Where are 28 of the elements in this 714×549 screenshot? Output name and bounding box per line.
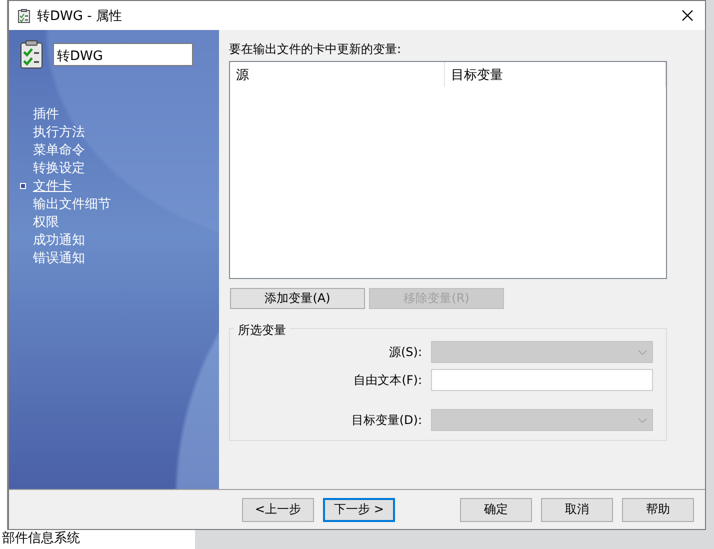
back-button[interactable]: <上一步 [242, 498, 314, 522]
dialog-button[interactable]: 取消 [541, 498, 613, 522]
field-label: 源(S): [388, 344, 422, 360]
checklist-icon [18, 8, 30, 22]
field-label: 自由文本(F): [354, 372, 422, 388]
sidebar-item[interactable]: 执行方法 [33, 123, 85, 141]
variables-list[interactable]: 源 目标变量 [229, 61, 667, 279]
sidebar-item[interactable]: 菜单命令 [33, 141, 85, 159]
window-title: 转DWG - 属性 [37, 8, 123, 24]
column-header[interactable]: 目标变量 [445, 62, 666, 87]
sidebar-item[interactable]: 文件卡 [33, 177, 72, 195]
action-button[interactable]: 添加变量(A) [230, 288, 365, 309]
dropdown-chevron-icon [638, 418, 647, 422]
close-icon [682, 10, 692, 21]
clipboard-checklist-icon [20, 40, 43, 69]
name-field[interactable]: 转DWG [53, 43, 193, 66]
column-header[interactable]: 源 [230, 62, 446, 87]
sidebar-item[interactable]: 插件 [33, 105, 59, 123]
field-label: 目标变量(D): [351, 412, 422, 428]
dialog-button[interactable]: 帮助 [622, 498, 694, 522]
input-field[interactable] [431, 369, 653, 391]
sidebar-item[interactable]: 输出文件细节 [33, 195, 111, 213]
sidebar-item[interactable]: 错误通知 [33, 249, 85, 267]
next-button[interactable]: 下一步 > [323, 498, 395, 522]
sidebar-item[interactable]: 转换设定 [33, 159, 85, 177]
variables-label: 要在输出文件的卡中更新的变量: [229, 41, 402, 58]
dialog-button[interactable]: 确定 [460, 498, 532, 522]
dropdown-chevron-icon [638, 350, 647, 354]
